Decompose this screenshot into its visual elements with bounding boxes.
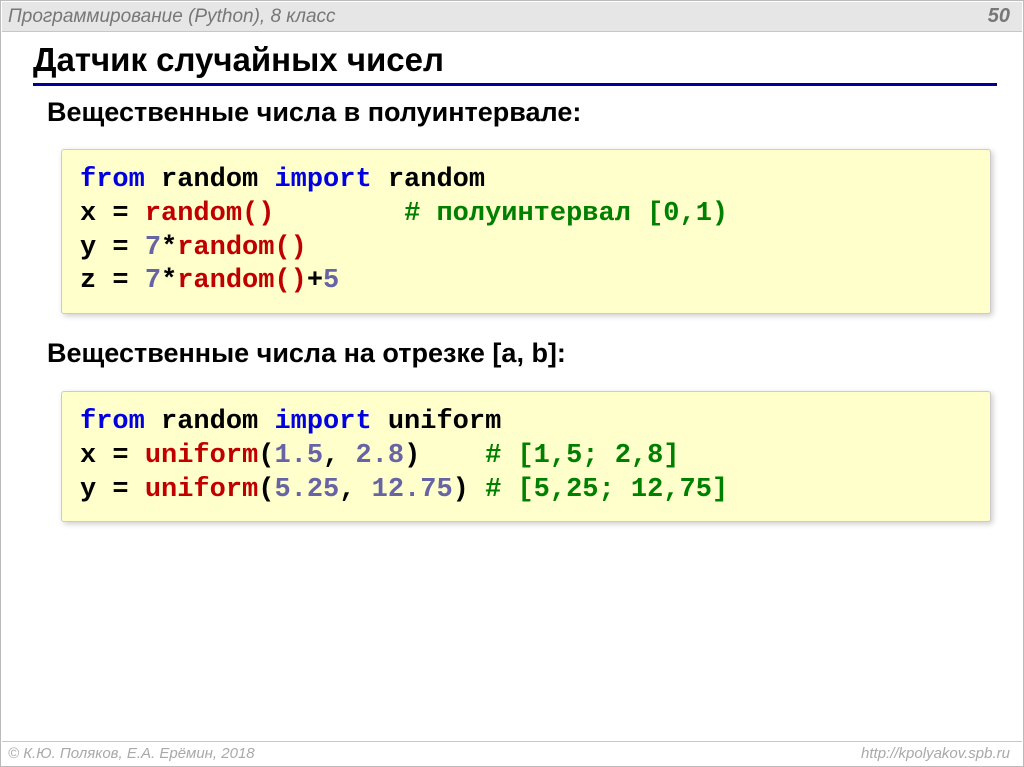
code-text: y = [80,475,129,505]
slide-footer: © К.Ю. Поляков, Е.А. Ерёмин, 2018 http:/… [2,741,1022,765]
number: 1.5 [274,441,323,471]
func-call: random() [177,266,307,296]
page-number: 50 [988,5,1010,28]
code-block-1: from random import random x = random() #… [61,149,991,314]
number: 7 [145,266,161,296]
code-text: y = [80,233,145,263]
copyright-text: © К.Ю. Поляков, Е.А. Ерёмин, 2018 [8,745,255,762]
func-call: random() [177,233,307,263]
module-name: random [161,407,258,437]
section-1-heading: Вещественные числа в полуинтервале: [47,97,581,128]
number: 12.75 [372,475,453,505]
imported-name: random [388,165,485,195]
op: * [161,266,177,296]
imported-name: uniform [388,407,501,437]
number: 5.25 [274,475,339,505]
module-name: random [161,165,258,195]
slide-title: Датчик случайных чисел [33,41,444,79]
section-2-heading: Вещественные числа на отрезке [a, b]: [47,338,566,369]
code-text: z = [80,266,145,296]
kw: import [274,165,371,195]
func-name: uniform [145,475,258,505]
spacing [469,475,485,505]
kw: import [274,407,371,437]
course-title: Программирование (Python), 8 класс [8,6,336,28]
slide: Программирование (Python), 8 класс 50 Да… [0,0,1024,767]
paren: ) [404,441,420,471]
kw: from [80,165,145,195]
footer-url: http://kpolyakov.spb.ru [861,745,1010,762]
number: 2.8 [355,441,404,471]
func-name: uniform [145,441,258,471]
number: 7 [145,233,161,263]
comment: # [1,5; 2,8] [485,441,679,471]
comma: , [339,475,371,505]
kw: from [80,407,145,437]
number: 5 [323,266,339,296]
paren: ( [258,475,274,505]
spacing [274,199,404,229]
spacing [420,441,485,471]
op: * [161,233,177,263]
paren: ) [453,475,469,505]
slide-header: Программирование (Python), 8 класс 50 [2,2,1022,32]
comment: # полуинтервал [0,1) [404,199,728,229]
op: + [307,266,323,296]
comma: , [323,441,355,471]
code-text: x = [80,441,129,471]
comment: # [5,25; 12,75] [485,475,728,505]
code-text: x = [80,199,129,229]
code-block-2: from random import uniform x = uniform(1… [61,391,991,522]
title-underline [33,83,997,86]
func-call: random() [145,199,275,229]
paren: ( [258,441,274,471]
